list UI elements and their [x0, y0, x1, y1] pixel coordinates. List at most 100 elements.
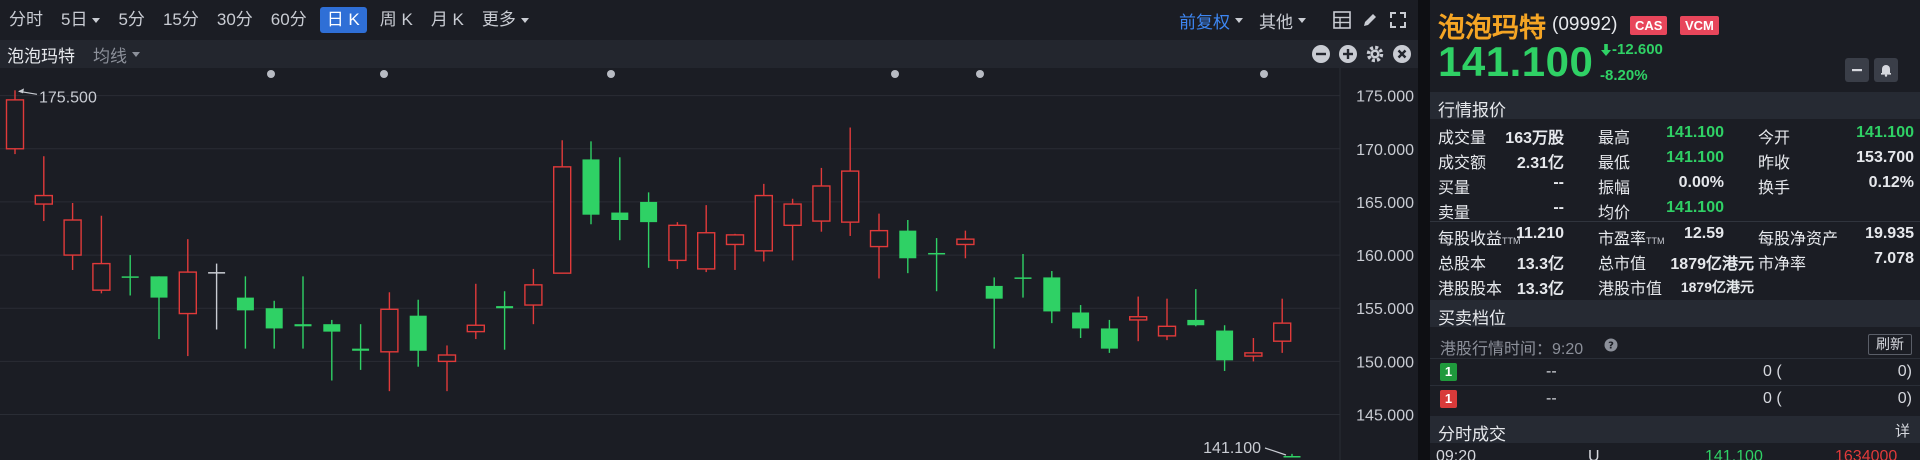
section-title: 买卖档位 — [1438, 309, 1506, 328]
event-marker — [976, 70, 984, 78]
candle-body — [668, 224, 687, 262]
candle-body — [265, 308, 283, 329]
refresh-button[interactable]: 刷新 — [1868, 334, 1912, 355]
minus-icon — [1852, 69, 1862, 72]
cas-badge: CAS — [1630, 16, 1668, 35]
gear-icon[interactable] — [1365, 44, 1385, 64]
chevron-down-icon — [520, 17, 529, 23]
high-value: 141.100 — [1666, 124, 1724, 141]
tab-60min[interactable]: 60分 — [262, 7, 316, 33]
y-tick-label: 170.000 — [1356, 142, 1414, 159]
open-value: 141.100 — [1856, 124, 1914, 141]
candle-body — [928, 252, 946, 255]
zoom-out-icon[interactable] — [1311, 44, 1331, 64]
candle-body — [1128, 316, 1148, 321]
y-tick-label: 145.000 — [1356, 408, 1414, 425]
candle-body — [92, 262, 111, 291]
candle-body — [1216, 330, 1234, 361]
tab-weekly-k[interactable]: 周 K — [371, 7, 422, 33]
candle-body — [869, 229, 889, 248]
tab-30min[interactable]: 30分 — [208, 7, 262, 33]
quote-header: 泡泡玛特 (09992) CAS VCM 141.100 -12.600 -8.… — [1430, 0, 1920, 92]
help-icon[interactable]: ? — [1604, 338, 1618, 352]
event-marker — [380, 70, 388, 78]
ask-volume-label: 卖量 — [1438, 205, 1471, 222]
candle-body — [294, 324, 312, 327]
trade-volume: 1634000 — [1835, 448, 1898, 460]
candle-body — [1100, 328, 1118, 349]
other-dropdown[interactable]: 其他 — [1259, 8, 1306, 33]
tab-label: 更多 — [481, 10, 516, 29]
tab-15min[interactable]: 15分 — [154, 7, 208, 33]
candle-body — [697, 232, 716, 270]
app-root: 分时 5日 5分 15分 30分 60分 日 K 周 K 月 K 更多 前复权 … — [0, 0, 1920, 460]
collapse-button[interactable] — [1845, 58, 1869, 82]
ob-count: 0) — [1897, 390, 1912, 407]
tab-intraday[interactable]: 分时 — [0, 7, 52, 33]
tab-label: 月 K — [430, 10, 464, 29]
ob-quantity: 0 ( — [1763, 363, 1782, 380]
ob-quantity: 0 ( — [1763, 390, 1782, 407]
y-tick-label: 175.000 — [1356, 89, 1414, 106]
panel-divider[interactable] — [1418, 0, 1430, 460]
vcm-badge: VCM — [1680, 16, 1719, 35]
candle-body — [812, 185, 831, 222]
orderbook-row: 1 -- 0 ( 0) — [1430, 385, 1920, 411]
stats-row: 买量 -- 振幅 0.00% 换手 0.12% — [1430, 170, 1920, 197]
chevron-down-icon — [1298, 17, 1306, 23]
stock-code: (09992) — [1552, 14, 1618, 35]
orderbook-time-row: 港股行情时间：9:20 ? 刷新 — [1430, 331, 1920, 358]
candle-body — [236, 297, 254, 311]
alert-button[interactable] — [1874, 58, 1898, 82]
candle-body — [725, 234, 745, 246]
event-marker — [607, 70, 615, 78]
tab-label: 15分 — [162, 10, 199, 29]
tab-monthly-k[interactable]: 月 K — [422, 7, 473, 33]
tab-label: 30分 — [216, 10, 253, 29]
adjust-dropdown[interactable]: 前复权 — [1179, 8, 1243, 33]
stats-row: 成交额 2.31亿 最低 141.100 昨收 153.700 — [1430, 145, 1920, 172]
candle-body — [380, 308, 399, 353]
svg-text:?: ? — [1608, 341, 1614, 352]
tab-5day[interactable]: 5日 — [52, 7, 109, 33]
turnover-rate-value: 0.12% — [1868, 174, 1914, 191]
candle-body — [640, 201, 658, 223]
candle-body — [754, 194, 773, 252]
indicator-dropdown[interactable]: 均线 — [93, 42, 140, 67]
bvps-value: 19.935 — [1865, 225, 1914, 242]
trade-time: 09:20 — [1436, 448, 1477, 460]
candle-body — [121, 276, 139, 278]
stats-row: 每股收益TTM 11.210 市盈率TTM 12.59 每股净资产 19.935 — [1430, 221, 1920, 248]
timeframe-toolbar: 分时 5日 5分 15分 30分 60分 日 K 周 K 月 K 更多 前复权 … — [0, 0, 1418, 40]
section-title: 行情报价 — [1438, 101, 1506, 120]
tab-daily-k[interactable]: 日 K — [319, 7, 367, 33]
tab-more[interactable]: 更多 — [473, 7, 538, 33]
tab-5min[interactable]: 5分 — [109, 7, 153, 33]
tab-label: 5分 — [118, 10, 145, 29]
grid-layout-icon[interactable] — [1332, 10, 1352, 30]
detail-button[interactable]: 详 — [1895, 420, 1910, 441]
candle-body — [1043, 277, 1061, 312]
tab-label: 周 K — [379, 10, 413, 29]
stats-row: 成交量 163万股 最高 141.100 今开 141.100 — [1430, 120, 1920, 147]
low-value: 141.100 — [1666, 149, 1724, 166]
close-icon[interactable] — [1392, 44, 1412, 64]
market-quote-header: 行情报价 — [1430, 92, 1920, 120]
stats-row: 港股股本 13.3亿 港股市值 1879亿港元 — [1430, 271, 1920, 298]
bid-level-badge: 1 — [1440, 363, 1457, 381]
trade-flag: U — [1588, 448, 1600, 460]
candle-body — [1283, 456, 1301, 458]
last-price: 141.100 — [1438, 38, 1594, 85]
candle-body — [5, 99, 25, 150]
ob-count: 0) — [1897, 363, 1912, 380]
candle-body — [496, 306, 514, 309]
candle-body — [1157, 325, 1177, 337]
fullscreen-icon[interactable] — [1388, 10, 1408, 30]
chart-stock-name: 泡泡玛特 — [7, 46, 75, 66]
chart-panel: 分时 5日 5分 15分 30分 60分 日 K 周 K 月 K 更多 前复权 … — [0, 0, 1418, 460]
pen-draw-icon[interactable] — [1360, 10, 1380, 30]
zoom-in-icon[interactable] — [1338, 44, 1358, 64]
candlestick-chart[interactable]: 175.000 170.000 165.000 160.000 155.000 150.0… — [0, 68, 1418, 460]
hk-market-cap-value: 1879亿港元 — [1680, 279, 1754, 295]
candle-body — [34, 194, 53, 205]
